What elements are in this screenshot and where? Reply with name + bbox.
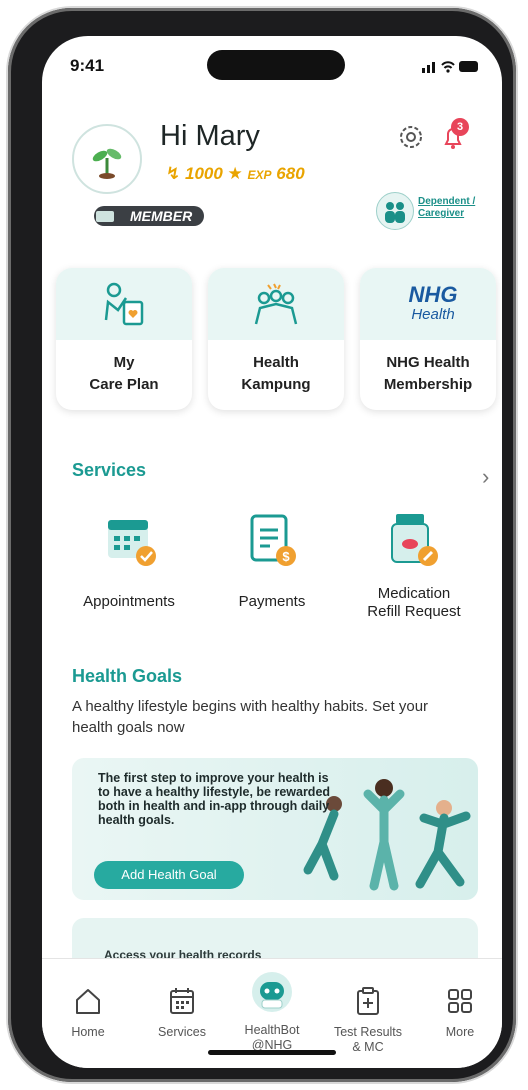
clipboard-plus-icon [357, 987, 379, 1015]
health-goals-title: Health Goals [72, 666, 183, 686]
app-screen: 9:41 Hi Mary ↯ 1000 ★ EXP 680 MEMBER 3 D… [42, 36, 502, 1068]
calendar-icon [108, 520, 156, 566]
robot-icon [252, 972, 292, 1012]
chevron-right-icon[interactable]: › [482, 464, 489, 490]
nav-label: Test Results & MC [333, 1025, 403, 1054]
svg-text:$: $ [282, 549, 290, 564]
calendar-icon [170, 988, 194, 1014]
card-health-kampung[interactable]: Health Kampung [208, 268, 344, 410]
greeting: Hi Mary [160, 120, 260, 152]
health-goal-banner-text: The first step to improve your health is… [98, 771, 331, 827]
nhg-logo: NHG Health [388, 282, 478, 323]
service-label: Appointments [83, 593, 175, 610]
card-nhg-membership[interactable]: NHG Health NHG Health Membership [360, 268, 496, 410]
card-label: Health Kampung [241, 354, 311, 393]
avatar[interactable] [72, 124, 142, 194]
points-exp: ↯ 1000 ★ EXP 680 [166, 164, 305, 184]
bill-icon: $ [250, 514, 296, 566]
card-label: NHG Health Membership [383, 354, 473, 393]
home-indicator[interactable] [208, 1050, 336, 1055]
dynamic-island [207, 50, 345, 80]
nav-home[interactable]: Home [46, 986, 130, 1040]
nhg-logo-sub: Health [411, 306, 455, 323]
points-value: 1000 [184, 164, 223, 183]
phone-frame: 9:41 Hi Mary ↯ 1000 ★ EXP 680 MEMBER 3 D… [8, 8, 516, 1082]
nav-healthbot[interactable]: HealthBot @NHG [230, 970, 314, 1053]
nav-label: More [445, 1025, 475, 1039]
nhg-logo-text: NHG [408, 282, 458, 307]
nav-test-results[interactable]: Test Results & MC [326, 986, 410, 1055]
nav-services[interactable]: Services [140, 986, 224, 1040]
family-icon [385, 202, 405, 223]
exp-value: 680 [276, 164, 305, 183]
home-icon [76, 989, 100, 1014]
nav-more[interactable]: More [418, 986, 502, 1040]
exp-label: EXP [247, 168, 272, 182]
status-icons [422, 61, 478, 73]
service-label: Payments [238, 593, 306, 610]
points-icon: ↯ [166, 164, 181, 183]
star-icon: ★ [227, 164, 243, 183]
services-title: Services [72, 460, 147, 480]
card-label: My Care Plan [89, 354, 159, 393]
service-payments[interactable]: $ Payments [212, 510, 332, 611]
service-label: Medication Refill Request [367, 585, 461, 620]
notification-count: 3 [451, 118, 469, 136]
nav-label: Home [71, 1025, 105, 1039]
health-goals-subtitle: A healthy lifestyle begins with healthy … [72, 698, 429, 736]
gear-icon[interactable] [394, 120, 428, 154]
dependent-icon[interactable] [376, 192, 414, 230]
nav-label: Services [158, 1025, 206, 1039]
card-my-care-plan[interactable]: My Care Plan [56, 268, 192, 410]
sprout-icon [92, 148, 122, 179]
status-time: 9:41 [70, 56, 105, 75]
add-health-goal-button[interactable]: Add Health Goal [94, 861, 244, 889]
grid-icon [448, 989, 472, 1013]
service-appointments[interactable]: Appointments [64, 510, 194, 611]
medicine-bottle-icon [391, 514, 438, 566]
dependent-caregiver-link[interactable]: Dependent / Caregiver [418, 196, 498, 220]
care-plan-icon [104, 282, 144, 326]
service-medication-refill[interactable]: Medication Refill Request [344, 510, 484, 621]
nav-label: HealthBot @NHG [244, 1023, 300, 1052]
community-icon [254, 283, 298, 325]
member-card-icon [96, 211, 114, 222]
